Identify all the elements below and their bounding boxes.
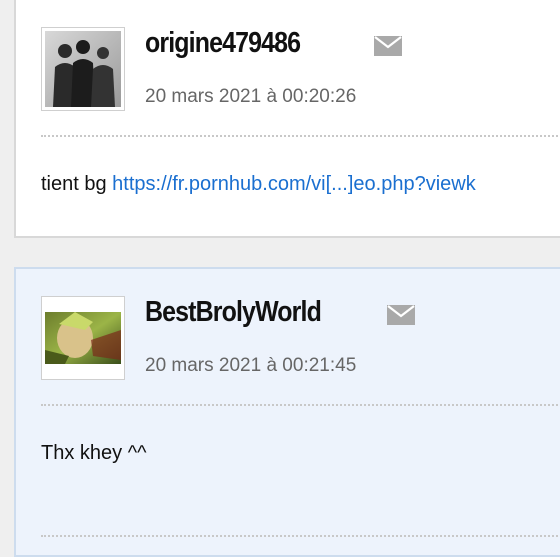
message-text: tient bg — [41, 173, 113, 195]
post-date-link[interactable]: 20 mars 2021 à 00:21:45 — [145, 355, 356, 377]
post-date-link[interactable]: 20 mars 2021 à 00:20:26 — [145, 86, 356, 108]
divider — [41, 404, 560, 406]
avatar[interactable] — [41, 27, 125, 111]
divider — [41, 135, 560, 137]
avatar[interactable] — [41, 296, 125, 380]
divider — [41, 535, 560, 537]
message-body: Thx khey ^^ — [41, 442, 146, 465]
author-username[interactable]: BestBrolyWorld — [145, 296, 322, 329]
avatar-broly-icon — [45, 300, 121, 376]
envelope-icon[interactable] — [387, 305, 415, 325]
message-text: Thx khey ^^ — [41, 442, 147, 464]
author-username[interactable]: origine479486 — [145, 27, 301, 60]
envelope-icon[interactable] — [374, 36, 402, 56]
message-body: tient bg https://fr.pornhub.com/vi[...]e… — [41, 173, 476, 196]
message-post: origine479486 20 mars 2021 à 00:20:26 ti… — [14, 0, 560, 238]
avatar-silhouettes-icon — [45, 31, 121, 107]
message-link[interactable]: https://fr.pornhub.com/vi[...]eo.php?vie… — [112, 173, 476, 195]
message-post: BestBrolyWorld 20 mars 2021 à 00:21:45 T… — [14, 267, 560, 557]
